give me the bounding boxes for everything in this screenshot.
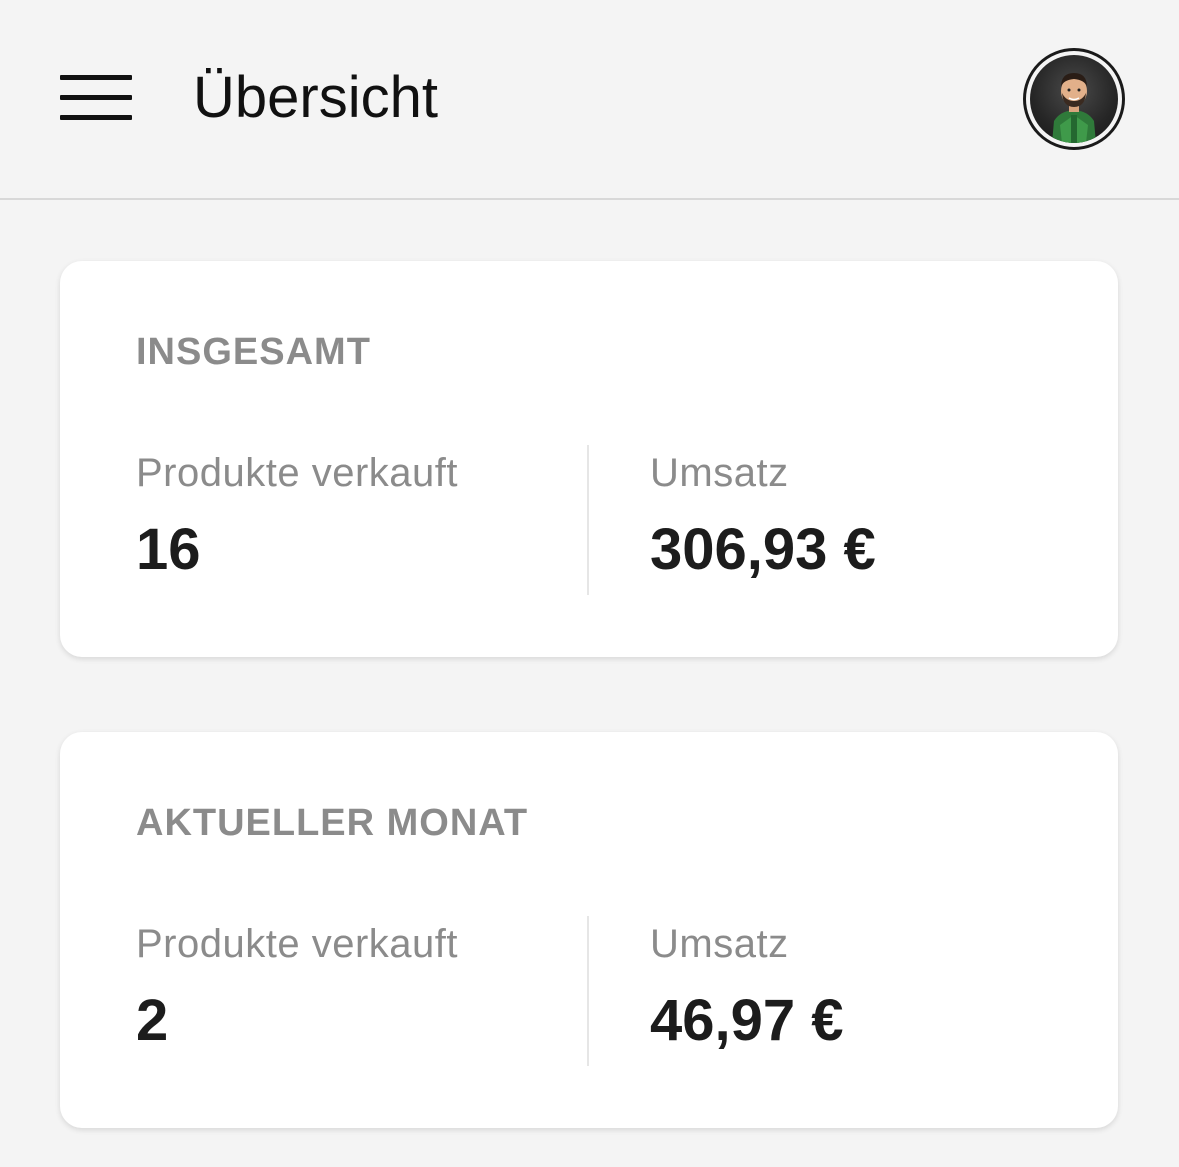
products-sold-value: 16 (136, 517, 201, 582)
products-sold-label: Produkte verkauft (136, 922, 458, 966)
summary-card-current-month: AKTUELLER MONAT Produkte verkauft 2 Umsa… (60, 732, 1118, 1128)
summary-card-total: INSGESAMT Produkte verkauft 16 Umsatz 30… (60, 261, 1118, 657)
revenue-value: 306,93 € (650, 517, 876, 582)
menu-button[interactable] (58, 72, 134, 126)
revenue-label: Umsatz (650, 922, 789, 966)
products-sold-label: Produkte verkauft (136, 451, 458, 495)
card-heading: INSGESAMT (136, 331, 371, 373)
hamburger-menu-icon (60, 75, 132, 80)
card-heading: AKTUELLER MONAT (136, 802, 529, 844)
page-title: Übersicht (193, 65, 438, 130)
avatar[interactable] (1023, 48, 1125, 150)
app-header: Übersicht (0, 0, 1179, 200)
revenue-value: 46,97 € (650, 988, 844, 1053)
revenue-label: Umsatz (650, 451, 789, 495)
divider (587, 916, 589, 1066)
products-sold-value: 2 (136, 988, 169, 1053)
user-avatar-icon (1030, 55, 1118, 143)
divider (587, 445, 589, 595)
